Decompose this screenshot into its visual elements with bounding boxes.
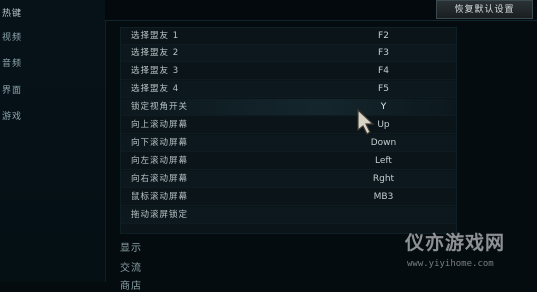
settings-sidebar: 热键 视频 音频 界面 游戏 — [0, 0, 106, 282]
hotkey-label: 鼠标滚动屏幕 — [131, 192, 189, 202]
hotkey-row-select-ally-3[interactable]: 选择盟友 3 F4 — [121, 63, 456, 80]
restore-defaults-button[interactable]: 恢复默认设置 — [436, 0, 533, 19]
hotkey-binding[interactable]: MB3 — [351, 189, 416, 205]
hotkey-label: 拖动滚屏锁定 — [131, 210, 189, 220]
hotkey-label: 选择盟友 1 — [131, 31, 180, 41]
watermark-title: 仪亦游戏网 — [405, 232, 506, 254]
watermark-url: www.yiyihome.com — [407, 259, 494, 269]
hotkey-label: 选择盟友 3 — [131, 66, 180, 76]
hotkey-binding[interactable]: F4 — [351, 63, 416, 79]
hotkey-row-scroll-up[interactable]: 向上滚动屏幕 Up — [121, 117, 456, 134]
hotkey-row-mouse-scroll[interactable]: 鼠标滚动屏幕 MB3 — [121, 189, 456, 206]
hotkey-label: 向左滚动屏幕 — [131, 156, 189, 166]
hotkey-row-scroll-right[interactable]: 向右滚动屏幕 Rght — [121, 171, 456, 188]
sidebar-item-interface[interactable]: 界面 — [0, 82, 102, 100]
section-display[interactable]: 显示 — [120, 239, 142, 254]
sidebar-item-audio[interactable]: 音频 — [0, 55, 102, 73]
section-shop[interactable]: 商店 — [120, 277, 142, 292]
pointer-cursor-icon — [357, 108, 375, 135]
hotkey-binding[interactable]: Rght — [351, 171, 416, 187]
hotkey-list: 选择盟友 1 F2 选择盟友 2 F3 选择盟友 3 F4 选择盟友 4 F5 … — [120, 27, 457, 234]
sidebar-item-video[interactable]: 视频 — [0, 29, 102, 47]
hotkey-binding[interactable]: Left — [351, 153, 416, 169]
hotkey-row-scroll-left[interactable]: 向左滚动屏幕 Left — [121, 153, 456, 170]
hotkey-row-scroll-down[interactable]: 向下滚动屏幕 Down — [121, 135, 456, 152]
hotkey-row-select-ally-4[interactable]: 选择盟友 4 F5 — [121, 81, 456, 98]
hotkey-binding[interactable]: Down — [351, 135, 416, 151]
hotkey-binding[interactable]: F5 — [351, 81, 416, 97]
hotkey-row-select-ally-1[interactable]: 选择盟友 1 F2 — [121, 28, 456, 45]
hotkey-label: 向右滚动屏幕 — [131, 174, 189, 184]
hotkey-binding[interactable]: F2 — [351, 28, 416, 44]
hotkey-label: 向上滚动屏幕 — [131, 120, 189, 130]
hotkey-row-select-ally-2[interactable]: 选择盟友 2 F3 — [121, 45, 456, 62]
hotkey-row-drag-scroll-lock[interactable]: 拖动滚屏锁定 — [121, 207, 456, 224]
top-bar: 恢复默认设置 — [105, 0, 537, 21]
hotkey-row-lock-camera[interactable]: 锁定视角开关 Y — [121, 99, 456, 116]
section-communication[interactable]: 交流 — [120, 259, 142, 274]
hotkey-label: 向下滚动屏幕 — [131, 138, 189, 148]
site-watermark: 仪亦游戏网 www.yiyihome.com — [405, 228, 537, 282]
hotkey-binding[interactable]: F3 — [351, 45, 416, 61]
hotkey-label: 选择盟友 2 — [131, 48, 180, 58]
hotkey-label: 锁定视角开关 — [131, 102, 189, 112]
sidebar-item-game[interactable]: 游戏 — [0, 108, 102, 126]
hotkey-label: 选择盟友 4 — [131, 84, 180, 94]
sidebar-item-hotkeys[interactable]: 热键 — [0, 5, 102, 23]
